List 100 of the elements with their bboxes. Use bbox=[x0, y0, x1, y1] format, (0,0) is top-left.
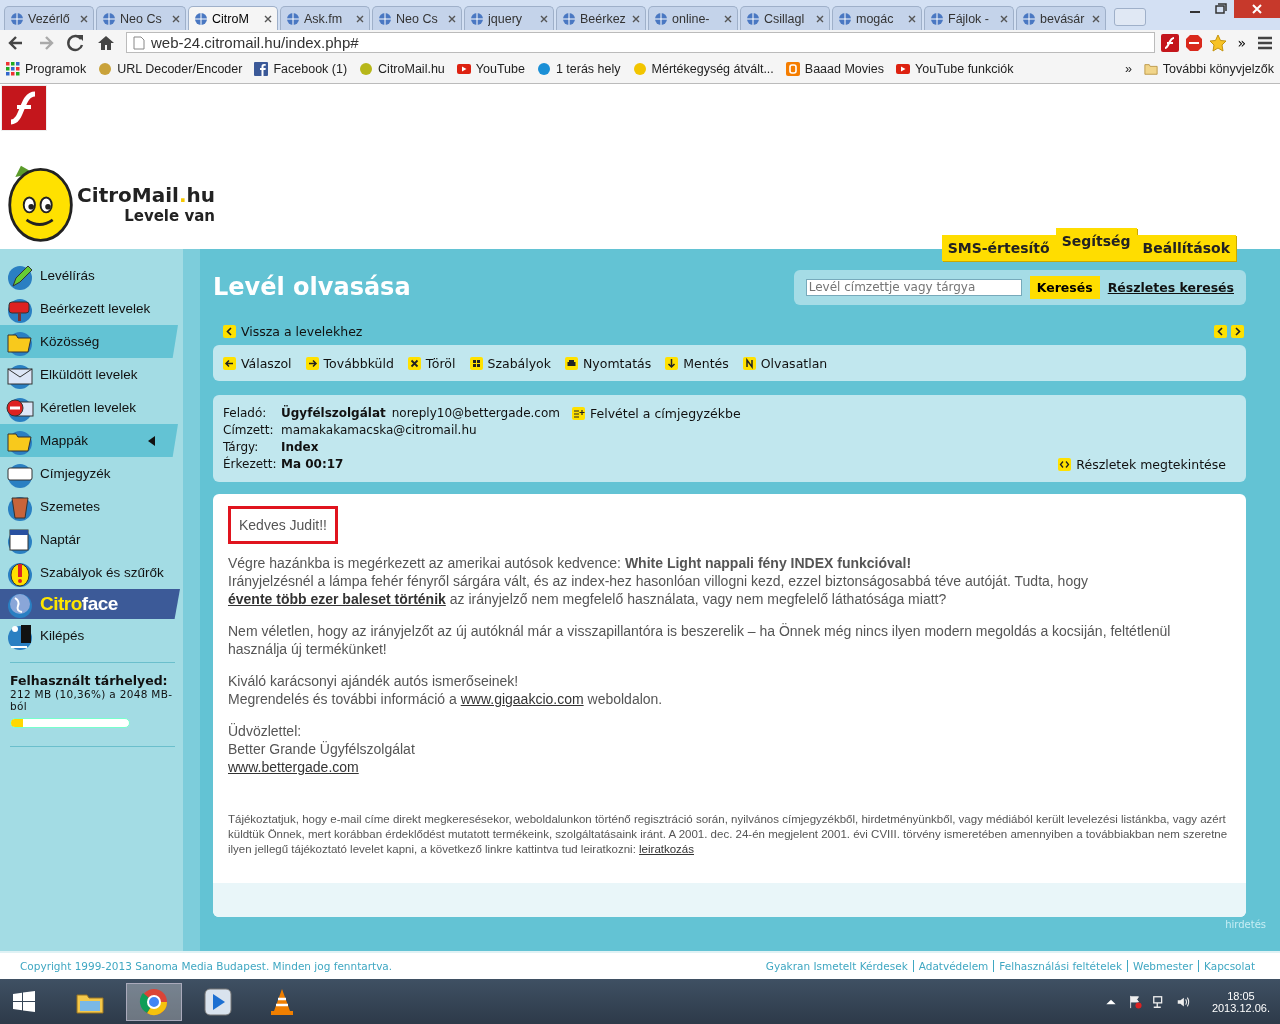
close-icon[interactable] bbox=[1234, 0, 1280, 18]
sidebar-item[interactable]: Közösség bbox=[0, 325, 178, 358]
browser-tab[interactable]: Neo Cs bbox=[96, 6, 186, 30]
globe-icon bbox=[746, 11, 760, 26]
toolbar-button[interactable]: Válaszol bbox=[223, 355, 292, 371]
browser-tab[interactable]: jquery bbox=[464, 6, 554, 30]
browser-tab[interactable]: Ask.fm bbox=[280, 6, 370, 30]
logo-title: CitroMail.hu bbox=[77, 183, 215, 207]
star-icon[interactable] bbox=[1209, 33, 1228, 52]
top-nav-tab[interactable]: Beállítások bbox=[1136, 235, 1236, 261]
close-icon[interactable] bbox=[172, 14, 180, 23]
close-icon[interactable] bbox=[448, 14, 456, 23]
browser-tab[interactable]: online- bbox=[648, 6, 738, 30]
body-text: Irányjelzésnél a lámpa fehér fényről sárgára vált, és az index-hez hasonlóan villogni kezd, ezzel biztonságosabbá téve autóját. Tudta, hogy évente több ezer baleset történik az irányjelző nem megfelelő használata, vagy nem megfelelő láthatósága miatt? bbox=[228, 572, 1089, 608]
bookmark-link[interactable]: YouTube funkciók bbox=[896, 62, 1014, 76]
tab-title: Csillagl bbox=[764, 11, 806, 26]
search-button[interactable]: Keresés bbox=[1029, 275, 1100, 299]
taskbar-clock[interactable]: 18:05 2013.12.06. bbox=[1211, 989, 1270, 1014]
overflow-chevron[interactable]: » bbox=[1233, 34, 1250, 51]
greeting-text: Kedves Judit!! bbox=[228, 506, 338, 544]
globe-icon bbox=[194, 11, 208, 26]
details-link[interactable]: Részletek megtekintése bbox=[1058, 456, 1226, 472]
toolbar-button[interactable]: Továbbküld bbox=[305, 355, 394, 371]
globe-icon bbox=[470, 11, 484, 26]
search-field[interactable]: Levél címzettje vagy tárgya bbox=[805, 278, 1022, 296]
bookmark-label: YouTube bbox=[475, 62, 525, 76]
sidebar-item[interactable]: Szemetes bbox=[0, 490, 183, 523]
menu-label: Elküldött levelek bbox=[40, 367, 138, 382]
close-icon[interactable] bbox=[632, 14, 640, 23]
sidebar-item[interactable]: Mappák bbox=[0, 424, 178, 457]
browser-tab[interactable]: Beérkez bbox=[556, 6, 646, 30]
browser-tab[interactable]: Neo Cs bbox=[372, 6, 462, 30]
toolbar-button[interactable]: Nyomtatás bbox=[565, 355, 652, 371]
add-contact-link[interactable]: Felvétel a címjegyzékbe bbox=[572, 405, 741, 421]
close-icon[interactable] bbox=[264, 14, 272, 23]
tab-title: Neo Cs bbox=[396, 11, 439, 26]
url-text: web-24.citromail.hu/index.php# bbox=[151, 34, 359, 51]
bookmark-label: CitroMail.hu bbox=[378, 62, 445, 76]
sidebar-item[interactable]: Címjegyzék bbox=[0, 457, 183, 490]
bookmark-link[interactable]: Baaad Movies bbox=[785, 62, 885, 76]
bookmark-link[interactable]: Facebook (1) bbox=[254, 62, 348, 76]
toolbar-button[interactable]: Szabályok bbox=[469, 355, 551, 371]
sender-name: Ügyfélszolgálat bbox=[281, 406, 386, 420]
sidebar-item[interactable]: Kéretlen levelek bbox=[0, 391, 183, 424]
submenu-arrow-icon[interactable] bbox=[148, 435, 156, 446]
top-nav-tab[interactable]: Segítség bbox=[1055, 228, 1137, 261]
sidebar-item[interactable]: Naptár bbox=[0, 523, 183, 556]
globe-icon bbox=[378, 11, 392, 26]
browser-tab[interactable]: Csillagl bbox=[740, 6, 830, 30]
toolbar-button[interactable]: Mentés bbox=[665, 355, 729, 371]
blogger-icon bbox=[785, 62, 800, 76]
top-nav-tab[interactable]: SMS-értesítő bbox=[941, 235, 1056, 261]
sidebar-item[interactable]: Szabályok és szűrők bbox=[0, 556, 183, 589]
windows-start-icon[interactable] bbox=[12, 989, 36, 1014]
close-icon[interactable] bbox=[356, 14, 364, 23]
browser-tab[interactable]: CitroM bbox=[188, 6, 278, 30]
bookmark-link[interactable]: 1 terás hely bbox=[536, 62, 621, 76]
overflow-chevron[interactable]: » bbox=[1124, 62, 1132, 76]
body-link[interactable]: www.gigaakcio.com bbox=[460, 691, 584, 707]
back-link[interactable]: Vissza a levelekhez bbox=[223, 323, 363, 339]
globe-icon bbox=[562, 11, 576, 26]
taskbar-app-button[interactable] bbox=[126, 982, 182, 1021]
bookmark-link[interactable]: YouTube bbox=[456, 62, 525, 76]
body-link[interactable]: évente több ezer baleset történik bbox=[228, 591, 446, 607]
sidebar-item[interactable]: Elküldött levelek bbox=[0, 358, 183, 391]
browser-tab[interactable]: Vezérlő bbox=[4, 6, 94, 30]
body-text: Better Grande Ügyfélszolgálat bbox=[228, 740, 416, 758]
close-icon[interactable] bbox=[1000, 14, 1008, 23]
flash-plugin-icon[interactable] bbox=[1161, 33, 1180, 52]
toolbar-button[interactable]: Töröl bbox=[407, 355, 456, 371]
browser-tab[interactable]: bevásár bbox=[1016, 6, 1106, 30]
close-icon[interactable] bbox=[908, 14, 916, 23]
bookmark-link[interactable]: CitroMail.hu bbox=[359, 62, 445, 76]
sidebar-item[interactable]: Beérkezett levelek bbox=[0, 292, 183, 325]
address-bar[interactable]: web-24.citromail.hu/index.php# bbox=[126, 32, 1156, 53]
browser-tab[interactable]: mogác bbox=[832, 6, 922, 30]
sidebar-item[interactable]: Levélírás bbox=[0, 259, 183, 292]
sidebar-item[interactable]: Kilépés bbox=[0, 619, 183, 652]
browser-tab[interactable]: Fájlok - bbox=[924, 6, 1014, 30]
body-link[interactable]: www.bettergade.com bbox=[228, 759, 359, 775]
menu-label: Naptár bbox=[40, 532, 81, 547]
next-icon[interactable] bbox=[1231, 324, 1244, 338]
close-icon[interactable] bbox=[816, 14, 824, 23]
close-icon[interactable] bbox=[1092, 14, 1100, 23]
menu-label: Címjegyzék bbox=[40, 466, 111, 481]
unsubscribe-link[interactable]: leiratkozás bbox=[639, 843, 694, 855]
previous-icon[interactable] bbox=[1214, 324, 1227, 338]
right-arrow-icon bbox=[305, 356, 319, 370]
close-icon[interactable] bbox=[724, 14, 732, 23]
close-icon[interactable] bbox=[540, 14, 548, 23]
sidebar-item[interactable]: Citroface bbox=[0, 589, 180, 619]
bookmark-link[interactable]: Programok bbox=[6, 62, 87, 76]
toolbar-button[interactable]: Olvasatlan bbox=[742, 355, 828, 371]
advanced-search-link[interactable]: Részletes keresés bbox=[1107, 279, 1234, 295]
flag-icon[interactable] bbox=[1127, 994, 1142, 1009]
flash-plugin-icon[interactable] bbox=[1, 85, 47, 131]
reload-icon[interactable] bbox=[66, 32, 86, 53]
favicon-icon bbox=[359, 62, 374, 76]
close-icon[interactable] bbox=[80, 14, 88, 23]
stop-sign-icon[interactable] bbox=[1185, 33, 1204, 52]
